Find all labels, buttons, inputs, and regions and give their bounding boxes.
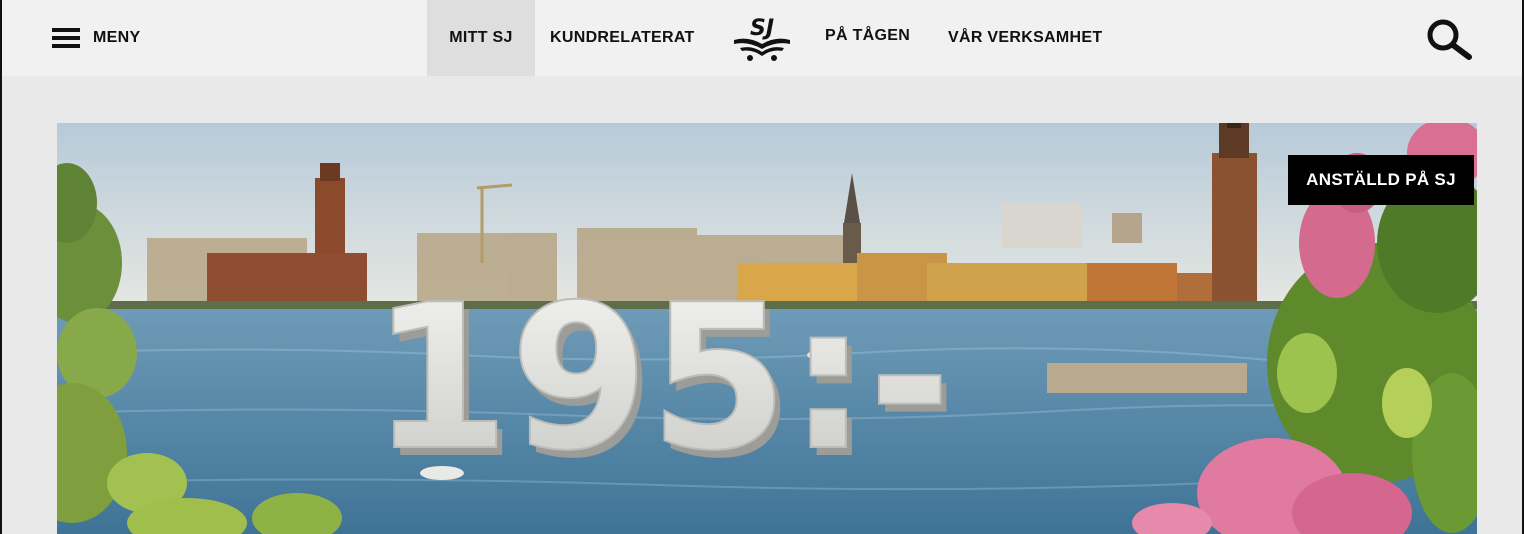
page-frame: MENY MITT SJ KUNDRELATERAT SJ PÅ TÅGEN V… — [0, 0, 1524, 534]
top-navigation-bar: MENY MITT SJ KUNDRELATERAT SJ PÅ TÅGEN V… — [2, 0, 1522, 76]
nav-item-mitt-sj[interactable]: MITT SJ — [427, 0, 535, 76]
nav-item-kundrelaterat[interactable]: KUNDRELATERAT — [550, 0, 695, 76]
nav-item-pa-tagen[interactable]: PÅ TÅGEN — [825, 0, 910, 74]
sj-logo[interactable]: SJ — [730, 14, 794, 62]
employee-badge-button[interactable]: ANSTÄLLD PÅ SJ — [1288, 155, 1474, 205]
sj-logo-text: SJ — [750, 16, 774, 41]
hamburger-icon[interactable] — [52, 28, 80, 48]
menu-label[interactable]: MENY — [93, 29, 140, 47]
nav-item-var-verksamhet[interactable]: VÅR VERKSAMHET — [948, 0, 1102, 76]
svg-text:195:-: 195:- — [371, 262, 951, 495]
hero-banner[interactable]: 195:- 195:- — [57, 123, 1477, 534]
search-icon[interactable] — [1424, 18, 1472, 60]
menu-button[interactable]: MENY — [52, 26, 140, 50]
hero-price: 195:- 195:- — [370, 261, 957, 503]
